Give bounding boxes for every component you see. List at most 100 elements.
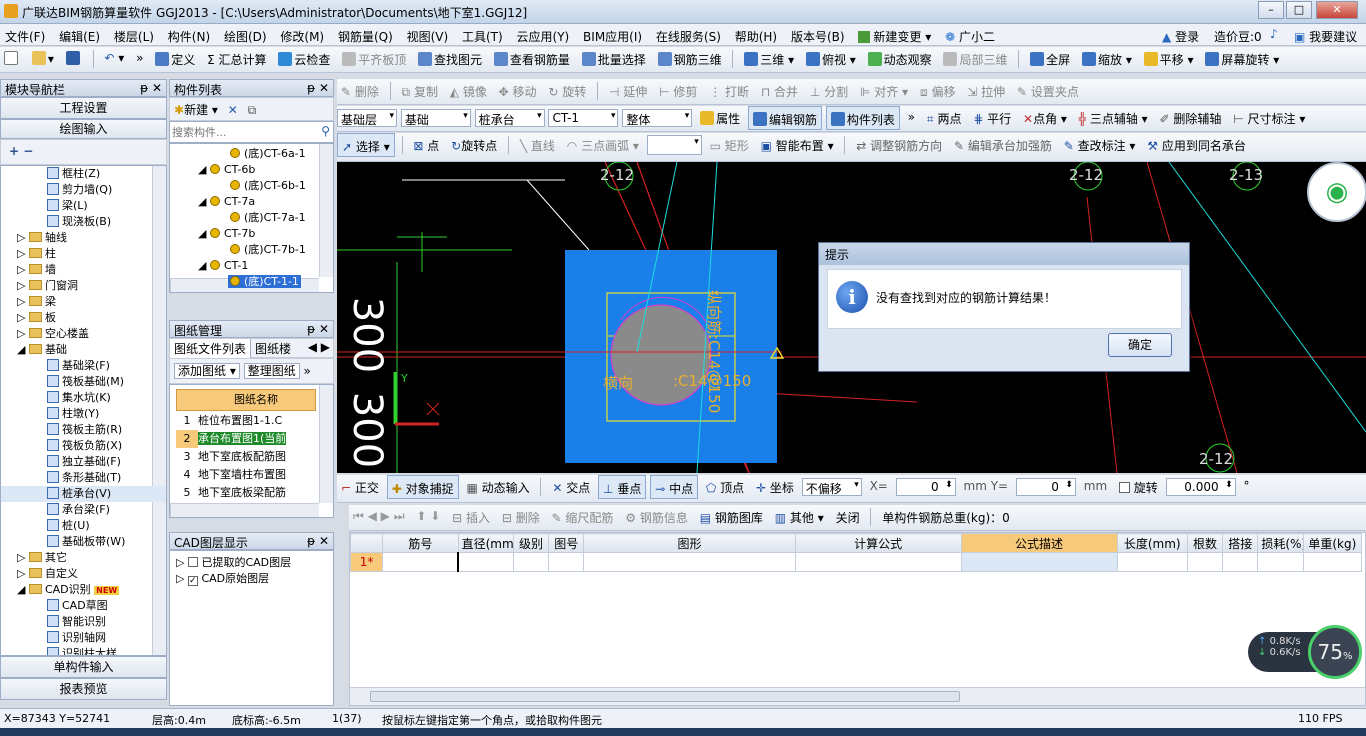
intersection-snap[interactable]: ✕ 交点 [548,475,594,499]
menu-file[interactable]: 文件(F) [0,24,50,46]
add-drawing-button[interactable]: 添加图纸 ▾ [174,363,240,379]
more-icon[interactable]: » [904,106,919,130]
midpoint-snap[interactable]: ⊸ 中点 [650,475,699,499]
split-button[interactable]: ⊥ 分割 [806,79,852,103]
suggest-link[interactable]: ▣ 我要建议 [1294,28,1357,45]
zoom-button[interactable]: 缩放 ▾ [1078,47,1136,71]
minimize-button[interactable]: – [1258,1,1284,19]
tree-folder[interactable]: ▷ 墙 [1,262,166,278]
col-header-active[interactable]: 公式描述 [960,533,1118,553]
perpendicular-snap[interactable]: ⊥ 垂点 [598,475,647,499]
pin-close-icon[interactable]: ᵽ ✕ [307,322,329,336]
delete-button[interactable]: ✎ 删除 [337,79,383,103]
vertex-snap[interactable]: ⬠ 顶点 [702,475,748,499]
new-component-button[interactable]: ✱新建 ▾ [174,103,218,117]
parallel-axis-button[interactable]: ⋕ 平行 [969,106,1015,130]
ok-button[interactable]: 确定 [1108,333,1172,357]
wifi-icon[interactable]: ◉ [1307,162,1366,222]
move-button[interactable]: ✥ 移动 [495,79,541,103]
open-file-icon[interactable]: ▾ [28,47,58,71]
tree-folder[interactable]: ▷ 空心楼盖 [1,326,166,342]
tree-folder[interactable]: ▷ 板 [1,310,166,326]
select-button[interactable]: ➚ 选择 ▾ [337,133,395,157]
cell[interactable] [794,552,962,572]
search-icon[interactable]: ⚲ [321,124,330,138]
menu-draw[interactable]: 绘图(D) [219,24,272,46]
component-item[interactable]: (底)CT-6b-1 [170,178,333,194]
summary-calc-button[interactable]: Σ 汇总计算 [203,47,270,71]
menu-new-change[interactable]: 新建变更 ▾ [853,24,936,46]
cloud-check-button[interactable]: 云检查 [274,47,334,71]
component-item[interactable]: (底)CT-7b-1 [170,242,333,258]
tree-folder[interactable]: ▷ 柱 [1,246,166,262]
cell[interactable] [583,552,796,572]
close-button[interactable]: ✕ [1316,1,1358,19]
project-settings-button[interactable]: 工程设置 [0,97,167,119]
component-item-selected[interactable]: (底)CT-1-1 [170,274,333,290]
orbit-button[interactable]: 动态观察 [864,47,936,71]
cell[interactable] [1186,552,1224,572]
expand-collapse-icons[interactable]: + − [0,139,167,165]
pin-close-icon[interactable]: ᵽ ✕ [307,81,329,95]
col-header[interactable]: 长度(mm) [1116,533,1188,553]
col-header[interactable]: 直径(mm) [457,533,514,553]
tree-item[interactable]: 剪力墙(Q) [1,182,166,198]
line-button[interactable]: ╲ 直线 [516,133,559,157]
tree-folder[interactable]: ▷ 其它 [1,550,166,566]
drawing-row[interactable]: 5 地下室底板梁配筋 [176,484,287,502]
other-button[interactable]: ▥ 其他 ▾ [771,505,828,529]
tab-drawing-floors[interactable]: 图纸楼 [251,339,295,358]
fullscreen-button[interactable]: 全屏 [1026,47,1074,71]
menu-bim[interactable]: BIM应用(I) [578,24,647,46]
tree-folder-cad[interactable]: ◢ CAD识别 NEW [1,582,166,598]
edit-pile-cap-rebar-button[interactable]: ✎ 编辑承台加强筋 [950,133,1056,157]
properties-button[interactable]: 属性 [696,106,744,130]
align-button[interactable]: ⊫ 对齐 ▾ [856,79,912,103]
menu-help[interactable]: 帮助(H) [730,24,782,46]
item-select[interactable]: CT-1 ▾ [548,109,619,127]
component-list-button[interactable]: 构件列表 [825,106,900,130]
single-component-input-button[interactable]: 单构件输入 [0,656,167,678]
delete-axis-button[interactable]: ✐ 删除辅轴 [1156,106,1226,130]
rebar-info-button[interactable]: ⚙ 钢筋信息 [621,505,692,529]
3d-button[interactable]: 三维 ▾ [740,47,798,71]
rectangle-button[interactable]: ▭ 矩形 [706,133,753,157]
col-header[interactable]: 级别 [512,533,550,553]
login-link[interactable]: ▲ 登录 [1162,28,1199,45]
col-header[interactable]: 筋号 [382,533,459,553]
tree-folder[interactable]: ▷ 轴线 [1,230,166,246]
rotate-input[interactable]: 0.000 ⬍ [1165,478,1236,496]
delete-component-icon[interactable]: ✕ [228,103,238,117]
top-view-button[interactable]: 俯视 ▾ [802,47,860,71]
drawing-row[interactable]: 3 地下室底板配筋图 [176,448,287,466]
menu-cloud[interactable]: 云应用(Y) [512,24,575,46]
rotate-checkbox[interactable]: 旋转 [1115,475,1162,499]
menu-modify[interactable]: 修改(M) [275,24,329,46]
tree-item[interactable]: 智能识别 [1,614,166,630]
component-item[interactable]: ◢ CT-1 [170,258,333,274]
adjust-rebar-direction-button[interactable]: ⇄ 调整钢筋方向 [852,133,946,157]
component-search-input[interactable] [170,122,310,142]
checkbox-unchecked[interactable] [187,557,198,567]
col-header[interactable]: 根数 [1186,533,1224,553]
cell[interactable] [960,552,1118,572]
menu-view[interactable]: 视图(V) [402,24,454,46]
menu-edit[interactable]: 编辑(E) [54,24,105,46]
mirror-button[interactable]: ◭ 镜像 [446,79,491,103]
offset-button[interactable]: ⧈ 偏移 [916,79,959,103]
tree-folder[interactable]: ▷ 自定义 [1,566,166,582]
nav-arrows-icon[interactable]: ⏮ ◀ ▶ ⏭ [349,505,409,529]
cad-layer-extracted[interactable]: ▷ 已提取的CAD图层 [176,554,327,570]
checkbox-checked[interactable]: ✓ [187,576,198,586]
menu-tools[interactable]: 工具(T) [457,24,508,46]
report-preview-button[interactable]: 报表预览 [0,678,167,700]
pin-close-icon[interactable]: ᵽ ✕ [140,81,162,95]
tree-item[interactable]: 条形基础(T) [1,470,166,486]
table-row[interactable]: 1* [349,552,1363,572]
more-icon[interactable]: » [132,47,147,71]
rebar-3d-button[interactable]: 钢筋三维 [654,47,726,71]
drawing-row-current[interactable]: 2 承台布置图1(当前 [176,430,287,448]
pan-button[interactable]: 平移 ▾ [1140,47,1198,71]
scale-rebar-button[interactable]: ✎ 缩尺配筋 [548,505,618,529]
merge-button[interactable]: ⊓ 合并 [757,79,802,103]
